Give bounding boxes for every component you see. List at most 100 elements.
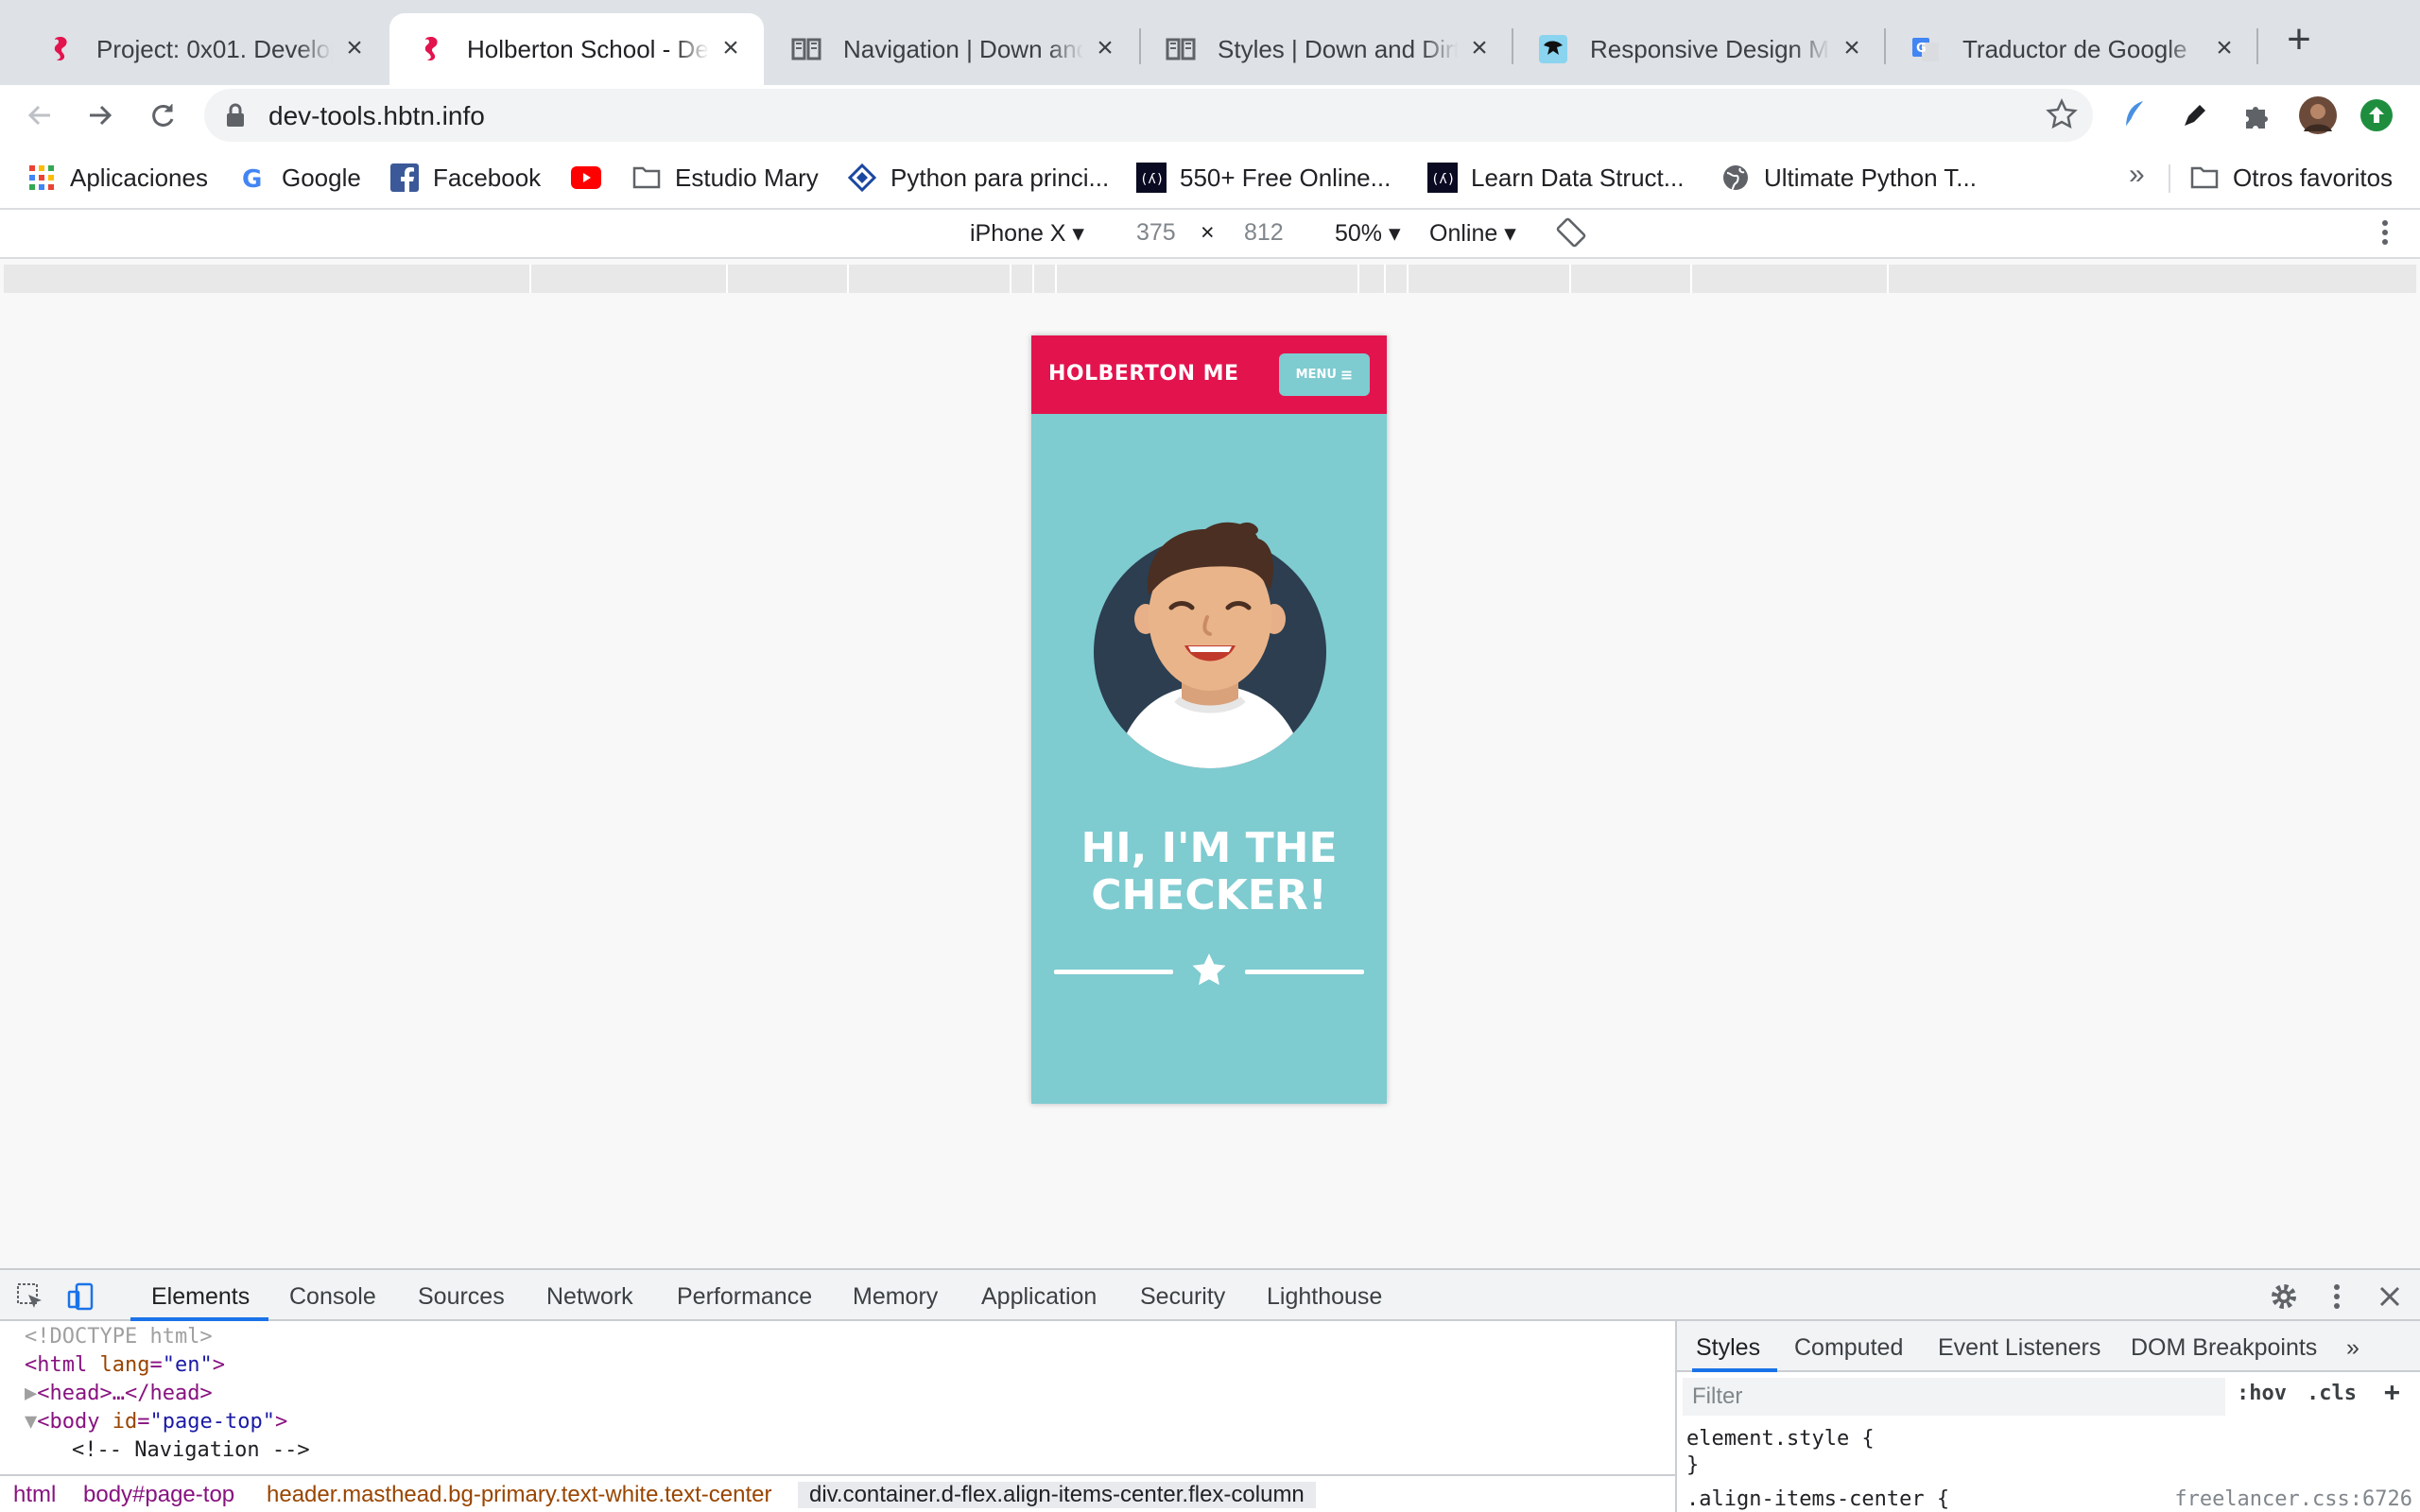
inspect-element-icon[interactable] (15, 1281, 45, 1312)
stylesheet-source-link[interactable]: freelancer.css:6726 (2174, 1487, 2412, 1511)
holberton-seahorse-icon (414, 33, 446, 65)
media-query-segment (1384, 265, 1386, 293)
tab-computed[interactable]: Computed (1794, 1334, 1903, 1362)
close-icon[interactable]: × (1091, 34, 1119, 63)
devtools-menu-icon[interactable] (2322, 1281, 2352, 1312)
tab-network[interactable]: Network (546, 1283, 633, 1311)
tab-project[interactable]: Project: 0x01. Developer tools × (19, 13, 388, 85)
bookmark-facebook[interactable]: Facebook (389, 159, 541, 197)
bookmark-star-icon[interactable] (2046, 98, 2078, 135)
forward-icon[interactable] (78, 93, 123, 138)
bookmark-otros-favoritos[interactable]: Otros favoritos (2189, 159, 2393, 197)
tab-security[interactable]: Security (1140, 1283, 1225, 1311)
bookmark-ultimate-python[interactable]: Ultimate Python T... (1720, 159, 1977, 197)
network-throttle-select[interactable]: Online ▾ (1429, 219, 1516, 248)
tab-separator (2256, 28, 2258, 64)
tab-styles-pane[interactable]: Styles (1696, 1334, 1760, 1362)
hero-heading-line: CHECKER! (1091, 871, 1327, 919)
close-icon[interactable]: × (717, 34, 745, 63)
feather-extension-icon[interactable] (2112, 93, 2157, 138)
breadcrumb-html[interactable]: html (13, 1482, 56, 1508)
update-icon[interactable] (2354, 93, 2399, 138)
breadcrumb-header[interactable]: header.masthead.bg-primary.text-white.te… (267, 1482, 771, 1508)
tab-styles[interactable]: Styles | Down and Dirty × (1140, 13, 1512, 85)
media-query-segment (1569, 265, 1571, 293)
breadcrumb-body[interactable]: body#page-top (83, 1482, 234, 1508)
address-bar[interactable]: dev-tools.hbtn.info (204, 89, 2093, 142)
more-options-icon[interactable] (2380, 217, 2390, 254)
new-tab-button[interactable]: + (2278, 19, 2320, 62)
tab-console[interactable]: Console (289, 1283, 376, 1311)
tab-lighthouse[interactable]: Lighthouse (1267, 1283, 1382, 1311)
lock-icon[interactable] (225, 102, 246, 133)
element-style-rule[interactable]: element.style { (1686, 1427, 1875, 1451)
device-select[interactable]: iPhone X ▾ (970, 219, 1084, 248)
tab-event-listeners[interactable]: Event Listeners (1938, 1334, 2100, 1362)
breadcrumb-div-selected[interactable]: div.container.d-flex.align-items-center.… (798, 1482, 1316, 1508)
head-node[interactable]: ▶<head>…</head> (25, 1380, 213, 1408)
height-input[interactable]: 812 (1244, 219, 1284, 247)
tab-navigation[interactable]: Navigation | Down and Dirty × (766, 13, 1138, 85)
bookmark-google[interactable]: G Google (238, 159, 361, 197)
settings-gear-icon[interactable] (2269, 1281, 2299, 1312)
profile-avatar[interactable] (2295, 93, 2341, 138)
bookmark-label: Facebook (433, 163, 542, 192)
tab-title: Responsive Design Mode (1590, 34, 1830, 63)
bookmarks-bar: Aplicaciones G Google Facebook Estudio M… (0, 146, 2420, 210)
bookmarks-overflow-button[interactable]: » (2129, 159, 2145, 191)
bookmark-learn-data-structures[interactable]: (ʎ) Learn Data Struct... (1427, 159, 1684, 197)
code-token: "en" (162, 1353, 213, 1377)
tab-application[interactable]: Application (981, 1283, 1097, 1311)
avatar-illustration (1094, 522, 1326, 768)
align-items-center-rule[interactable]: .align-items-center { (1686, 1487, 1949, 1511)
puzzle-extensions-icon[interactable] (2235, 93, 2280, 138)
freecodecamp-icon: (ʎ) (1427, 163, 1458, 193)
media-query-bar[interactable] (4, 265, 2416, 293)
more-tabs-button[interactable]: » (2346, 1334, 2360, 1362)
bookmark-free-online[interactable]: (ʎ) 550+ Free Online... (1136, 159, 1391, 197)
zoom-select[interactable]: 50% ▾ (1335, 219, 1401, 248)
styles-filter-input[interactable]: Filter (1683, 1378, 2225, 1416)
bookmark-label: Estudio Mary (675, 163, 819, 192)
tab-title: Styles | Down and Dirty (1218, 34, 1458, 63)
hov-toggle-button[interactable]: :hov (2237, 1382, 2287, 1405)
hero-heading: HI, I'M THE CHECKER! (1031, 825, 1387, 919)
apps-grid-icon (26, 163, 57, 193)
rotate-icon[interactable] (1556, 217, 1586, 254)
width-input[interactable]: 375 (1136, 219, 1176, 247)
tab-performance[interactable]: Performance (677, 1283, 812, 1311)
facebook-icon (389, 163, 420, 193)
tab-dom-breakpoints[interactable]: DOM Breakpoints (2131, 1334, 2317, 1362)
pencil-extension-icon[interactable] (2172, 93, 2218, 138)
close-icon[interactable]: × (340, 34, 369, 63)
close-icon[interactable]: × (1465, 34, 1494, 63)
bookmark-label: Ultimate Python T... (1764, 163, 1977, 192)
site-brand[interactable]: HOLBERTON ME (1048, 362, 1239, 386)
close-icon[interactable]: × (2210, 34, 2238, 63)
cls-toggle-button[interactable]: .cls (2307, 1382, 2357, 1405)
bookmark-youtube[interactable] (571, 159, 614, 197)
rule-close-brace: } (1686, 1453, 1700, 1477)
bookmark-aplicaciones[interactable]: Aplicaciones (26, 159, 208, 197)
tab-responsive-design[interactable]: Responsive Design Mode × (1512, 13, 1885, 85)
media-query-segment (1407, 265, 1409, 293)
close-icon[interactable]: × (1838, 34, 1866, 63)
menu-button[interactable]: MENU ≡ (1279, 353, 1370, 396)
tab-sources[interactable]: Sources (418, 1283, 505, 1311)
new-style-rule-button[interactable]: + (2384, 1376, 2400, 1407)
reload-icon[interactable] (140, 93, 185, 138)
tab-elements[interactable]: Elements (151, 1283, 250, 1311)
dimension-times: × (1201, 219, 1215, 246)
body-node[interactable]: ▼<body id="page-top"> (25, 1408, 287, 1436)
bookmark-estudio-mary[interactable]: Estudio Mary (631, 159, 819, 197)
close-devtools-icon[interactable] (2375, 1281, 2405, 1312)
tab-holberton-dev-tools[interactable]: Holberton School - Dev tools × (389, 13, 764, 85)
device-toolbar-toggle-icon[interactable] (66, 1281, 96, 1312)
doctype-line[interactable]: <!DOCTYPE html> (25, 1323, 213, 1351)
back-icon[interactable] (17, 93, 62, 138)
tab-memory[interactable]: Memory (853, 1283, 938, 1311)
bookmark-python-para-principiantes[interactable]: Python para princi... (847, 159, 1109, 197)
html-node[interactable]: <html lang="en"> (25, 1351, 225, 1380)
comment-node[interactable]: <!-- Navigation --> (72, 1436, 310, 1465)
tab-traductor[interactable]: G Traductor de Google × (1885, 13, 2257, 85)
